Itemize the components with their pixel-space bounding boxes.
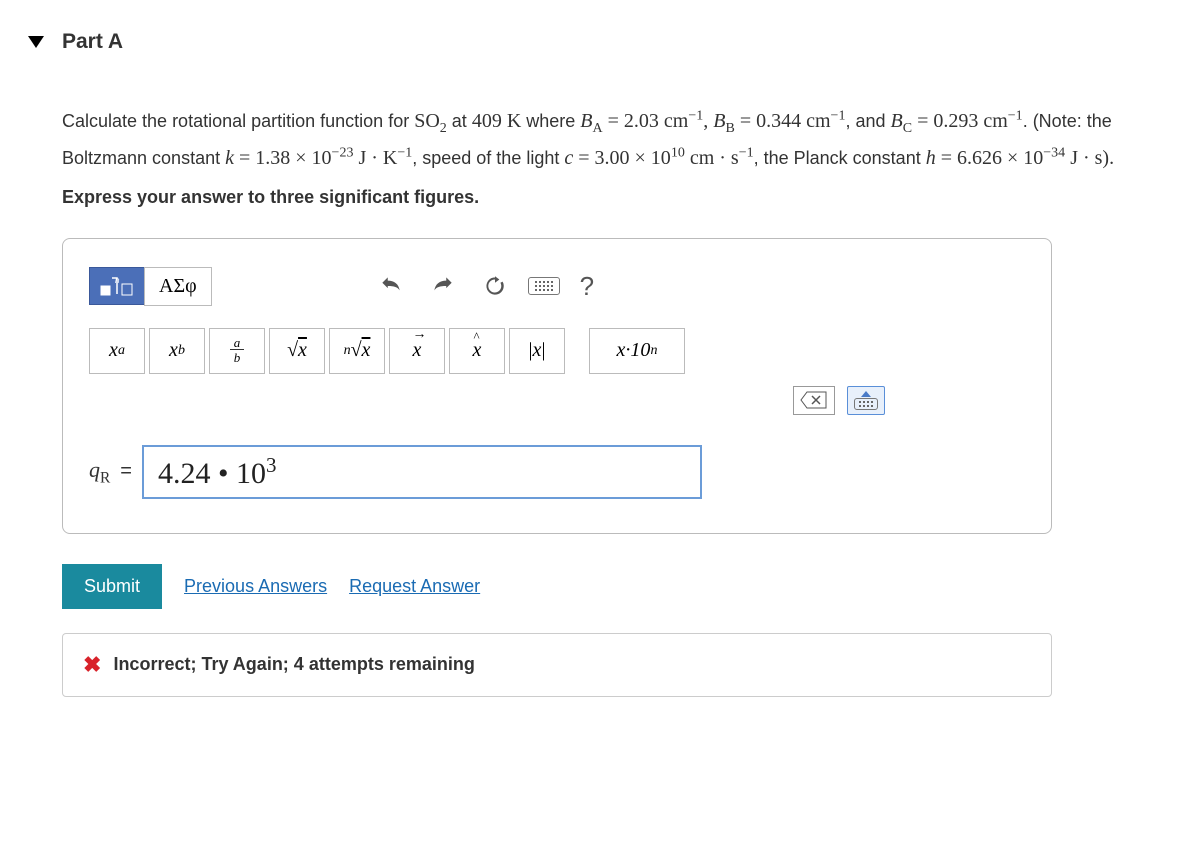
nth-root-button[interactable]: n√x: [329, 328, 385, 374]
sqrt-button[interactable]: √x: [269, 328, 325, 374]
previous-answers-link[interactable]: Previous Answers: [184, 576, 327, 597]
toolbar-right-group: ?: [372, 265, 600, 308]
reset-button[interactable]: [476, 267, 514, 305]
keyboard-icon: [535, 281, 553, 291]
answer-instruction: Express your answer to three significant…: [62, 187, 1160, 208]
subscript-button[interactable]: xb: [149, 328, 205, 374]
sci-notation-button[interactable]: x·10n: [589, 328, 685, 374]
secondary-toolbar: [89, 386, 1025, 415]
reset-icon: [482, 273, 508, 299]
disclosure-triangle-icon[interactable]: [28, 36, 44, 48]
superscript-button[interactable]: xa: [89, 328, 145, 374]
feedback-box: ✖ Incorrect; Try Again; 4 attempts remai…: [62, 633, 1052, 697]
question-text: Calculate the rotational partition funct…: [62, 104, 1160, 175]
redo-button[interactable]: [424, 267, 462, 305]
submit-button[interactable]: Submit: [62, 564, 162, 609]
keyboard-icon: [854, 398, 878, 410]
abs-button[interactable]: |x|: [509, 328, 565, 374]
vector-button[interactable]: →x: [389, 328, 445, 374]
greek-letters-button[interactable]: ΑΣφ: [144, 267, 212, 306]
part-header[interactable]: Part A: [20, 30, 1180, 54]
feedback-text: Incorrect; Try Again; 4 attempts remaini…: [113, 654, 474, 675]
question-content: Calculate the rotational partition funct…: [20, 104, 1180, 697]
toolbar-row: n ΑΣφ ?: [89, 265, 1025, 308]
svg-text:n: n: [115, 276, 120, 285]
incorrect-icon: ✖: [83, 652, 101, 678]
hat-button[interactable]: ^x: [449, 328, 505, 374]
help-button[interactable]: ?: [574, 265, 600, 308]
template-icon: n: [100, 274, 134, 298]
variable-label: qR: [89, 457, 110, 487]
keyboard-button[interactable]: [528, 277, 560, 295]
undo-icon: [378, 273, 404, 299]
answer-input[interactable]: 4.24 • 103: [142, 445, 702, 499]
fraction-button[interactable]: ab: [209, 328, 265, 374]
chevron-up-icon: [861, 391, 871, 397]
backspace-icon: [800, 391, 828, 409]
keyboard-toggle-button[interactable]: [847, 386, 885, 415]
request-answer-link[interactable]: Request Answer: [349, 576, 480, 597]
math-button-row: xa xb ab √x n√x →x ^x |x| x·10n: [89, 328, 1025, 374]
equals-sign: =: [120, 460, 132, 483]
backspace-button[interactable]: [793, 386, 835, 415]
templates-button[interactable]: n: [89, 267, 145, 305]
part-title: Part A: [62, 30, 123, 54]
redo-icon: [430, 273, 456, 299]
undo-button[interactable]: [372, 267, 410, 305]
answer-entry-row: qR = 4.24 • 103: [89, 445, 1025, 499]
button-row: Submit Previous Answers Request Answer: [62, 564, 1160, 609]
answer-box: n ΑΣφ ? xa xb ab √x: [62, 238, 1052, 534]
